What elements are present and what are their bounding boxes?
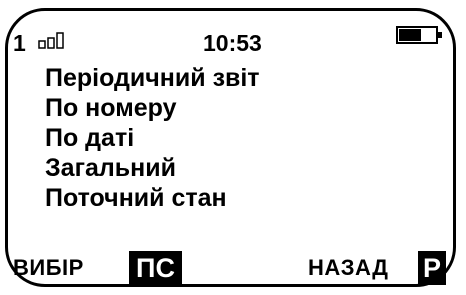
menu-item-by-number[interactable]: По номеру <box>45 93 260 123</box>
menu-item-periodic-report[interactable]: Періодичний звіт <box>45 63 260 93</box>
menu-item-by-date[interactable]: По даті <box>45 123 260 153</box>
report-menu: Періодичний звіт По номеру По даті Загал… <box>45 63 260 213</box>
back-softkey-label: НАЗАД <box>308 255 389 280</box>
back-softkey-button[interactable]: Р <box>418 251 446 285</box>
line-number: 1 <box>13 30 26 56</box>
battery-icon <box>396 26 442 44</box>
menu-item-general[interactable]: Загальний <box>45 153 260 183</box>
softkey-bar: ВИБІР ПС НАЗАД Р <box>0 251 466 285</box>
signal-strength-icon <box>38 32 64 49</box>
select-softkey-label: ВИБІР <box>13 255 84 280</box>
menu-item-current-state[interactable]: Поточний стан <box>45 183 260 213</box>
select-softkey-button[interactable]: ПС <box>129 251 182 285</box>
clock-time: 10:53 <box>203 30 262 56</box>
